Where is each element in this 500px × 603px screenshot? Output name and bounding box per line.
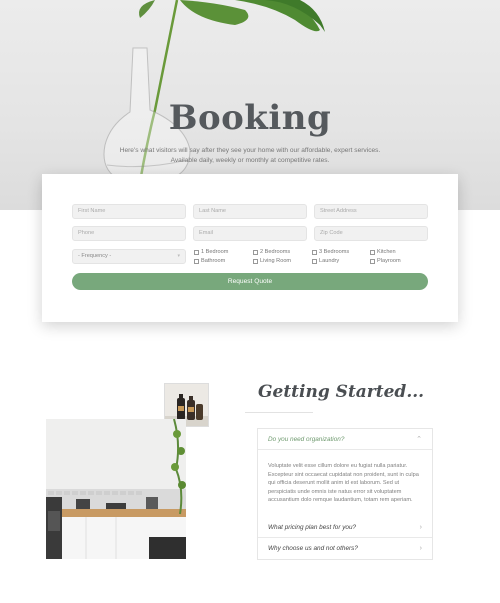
hero-subtitle-line1: Here's what visitors will say after they…	[119, 147, 381, 154]
faq-question-label: Why choose us and not others?	[268, 545, 358, 552]
room-checkbox-2-bedrooms[interactable]: 2 Bedrooms	[253, 248, 290, 256]
room-checkbox-laundry[interactable]: Laundry	[312, 257, 339, 265]
checkbox-icon	[370, 249, 375, 255]
zip-code-field[interactable]: Zip Code	[314, 226, 428, 241]
checkbox-label: 3 Bedrooms	[319, 249, 350, 255]
frequency-select-value: - Frequency -	[78, 253, 112, 259]
faq-question-why-us[interactable]: Why choose us and not others? ›	[258, 538, 432, 559]
checkbox-label: Laundry	[319, 258, 340, 264]
checkbox-label: Kitchen	[377, 249, 396, 255]
booking-form: First Name Last Name Street Address Phon…	[42, 174, 458, 322]
page-title: Booking	[168, 98, 332, 138]
checkbox-label: 2 Bedrooms	[260, 249, 291, 255]
checkbox-label: Living Room	[260, 258, 292, 264]
frequency-select[interactable]: - Frequency - ▾	[72, 249, 186, 264]
checkbox-label: 1 Bedroom	[201, 249, 229, 255]
divider	[245, 412, 313, 413]
phone-field[interactable]: Phone	[72, 226, 186, 241]
checkbox-icon	[253, 249, 258, 255]
room-checkbox-3-bedrooms[interactable]: 3 Bedrooms	[312, 248, 349, 256]
page: Booking Here's what visitors will say af…	[0, 0, 500, 603]
chevron-right-icon: ›	[419, 524, 422, 531]
checkbox-icon	[194, 258, 199, 264]
kitchen-image	[46, 419, 186, 559]
checkbox-icon	[253, 258, 258, 264]
checkbox-icon	[312, 249, 317, 255]
getting-started-title: Getting Started...	[258, 382, 425, 402]
chevron-down-icon: ▾	[177, 253, 180, 259]
email-field[interactable]: Email	[193, 226, 307, 241]
room-checkbox-living-room[interactable]: Living Room	[253, 257, 291, 265]
checkbox-label: Playroom	[377, 258, 401, 264]
checkbox-icon	[194, 249, 199, 255]
faq-question-label: What pricing plan best for you?	[268, 524, 357, 531]
hero-subtitle: Here's what visitors will say after they…	[0, 146, 500, 166]
checkbox-icon	[370, 258, 375, 264]
room-checkbox-playroom[interactable]: Playroom	[370, 257, 401, 265]
last-name-field[interactable]: Last Name	[193, 204, 307, 219]
hero-subtitle-line2: Available daily, weekly or monthly at co…	[170, 157, 330, 164]
room-checkbox-1-bedroom[interactable]: 1 Bedroom	[194, 248, 228, 256]
room-checkbox-bathroom[interactable]: Bathroom	[194, 257, 225, 265]
chevron-right-icon: ›	[419, 545, 422, 552]
faq-accordion: Do you need organization? ⌃ Voluptate ve…	[257, 428, 433, 560]
faq-question-label: Do you need organization?	[268, 436, 345, 443]
checkbox-icon	[312, 258, 317, 264]
request-quote-button[interactable]: Request Quote	[72, 273, 428, 290]
faq-question-organization[interactable]: Do you need organization? ⌃	[258, 429, 432, 450]
room-checkbox-kitchen[interactable]: Kitchen	[370, 248, 396, 256]
faq-question-pricing[interactable]: What pricing plan best for you? ›	[258, 517, 432, 538]
checkbox-label: Bathroom	[201, 258, 226, 264]
street-address-field[interactable]: Street Address	[314, 204, 428, 219]
faq-answer-organization: Voluptate velit esse cillum dolore eu fu…	[268, 463, 419, 503]
first-name-field[interactable]: First Name	[72, 204, 186, 219]
chevron-up-icon: ⌃	[416, 436, 422, 443]
